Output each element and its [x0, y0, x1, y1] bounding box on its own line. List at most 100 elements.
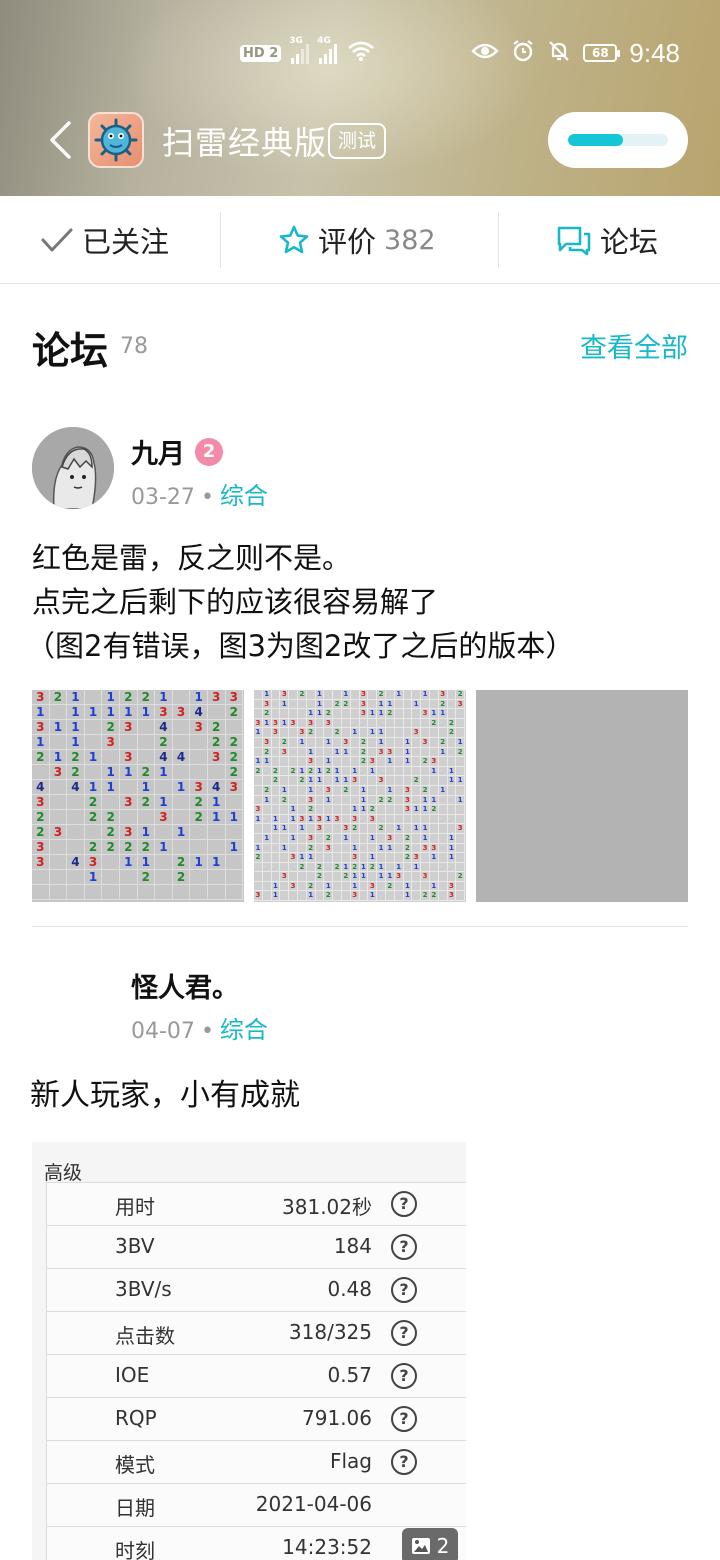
post-category[interactable]: 综合 — [220, 482, 268, 510]
net1-label: 3G — [289, 36, 303, 46]
sim-label: 2 — [269, 45, 279, 61]
alarm-icon — [511, 39, 535, 67]
stats-value: 184 — [333, 1234, 372, 1258]
post-category[interactable]: 综合 — [220, 1016, 268, 1044]
help-icon[interactable]: ? — [391, 1234, 417, 1260]
stats-label: 3BV — [115, 1234, 155, 1258]
stats-row: 模式 Flag? — [46, 1440, 466, 1483]
chat-bubbles-icon — [557, 226, 591, 256]
star-icon — [279, 225, 309, 254]
post-date: 03-27 — [131, 485, 195, 510]
help-icon[interactable]: ? — [391, 1406, 417, 1432]
hd-label: HD — [243, 45, 265, 61]
stats-label: 用时 — [115, 1195, 155, 1219]
eye-icon — [471, 41, 500, 65]
stats-value: 318/325 — [288, 1320, 372, 1344]
forum-label: 论坛 — [600, 225, 659, 259]
help-icon[interactable]: ? — [391, 1277, 417, 1303]
stats-value: 0.48 — [327, 1277, 372, 1301]
wifi-icon — [347, 40, 375, 66]
app-title: 扫雷经典版 — [162, 124, 328, 162]
post-date: 04-07 — [131, 1019, 195, 1044]
follow-label: 已关注 — [82, 225, 170, 259]
post-image-3[interactable] — [476, 690, 688, 902]
avatar[interactable] — [32, 427, 114, 509]
image-count-badge: 2 — [402, 1528, 458, 1560]
post-meta: 03-27 • 综合 — [131, 482, 268, 510]
help-icon[interactable]: ? — [391, 1320, 417, 1346]
stats-label: 3BV/s — [115, 1277, 172, 1301]
forum-title: 论坛 — [32, 329, 109, 373]
post-divider — [32, 926, 688, 927]
stats-row: 3BV 184? — [46, 1225, 466, 1268]
post-line: 点完之后剩下的应该很容易解了 — [32, 585, 439, 619]
stats-label: 日期 — [115, 1496, 155, 1520]
follow-tab[interactable]: 已关注 — [40, 196, 169, 284]
stats-value: 381.02秒 — [282, 1195, 372, 1219]
mine-icon — [94, 118, 138, 162]
review-label: 评价 — [318, 225, 377, 259]
post-image-2[interactable]: 1321132113231122311123211231123113131333… — [254, 690, 466, 902]
download-progress-fill — [568, 134, 623, 146]
image-count: 2 — [436, 1534, 450, 1558]
post-body[interactable]: 红色是雷，反之则不是。 点完之后剩下的应该很容易解了 （图2有错误，图3为图2改… — [26, 536, 574, 668]
stats-title: 高级 — [44, 1162, 83, 1184]
stats-row: RQP 791.06? — [46, 1397, 466, 1440]
post-image-1[interactable]: 3211221133111111334231123432113222212134… — [32, 690, 244, 902]
back-button[interactable] — [40, 116, 80, 164]
stats-value: 0.57 — [327, 1363, 372, 1387]
post-body[interactable]: 新人玩家，小有成就 — [30, 1070, 300, 1114]
post-author-row: 九月 2 — [131, 432, 223, 471]
level-badge: 2 — [195, 437, 223, 466]
view-all-link[interactable]: 查看全部 — [580, 326, 688, 365]
app-icon — [88, 112, 144, 168]
download-button[interactable] — [548, 112, 688, 168]
stats-row: IOE 0.57? — [46, 1354, 466, 1397]
forum-post-count: 78 — [120, 334, 148, 359]
test-badge: 测试 — [328, 123, 387, 159]
stats-label: 点击数 — [115, 1324, 175, 1348]
signal-3g-icon: 3G — [289, 36, 310, 64]
post-line: 红色是雷，反之则不是。 — [32, 541, 352, 575]
post-line: （图2有错误，图3为图2改了之后的版本） — [26, 629, 575, 663]
stats-label: 时刻 — [115, 1539, 155, 1560]
help-icon[interactable]: ? — [391, 1191, 417, 1217]
download-progress — [568, 134, 668, 146]
signal-4g-icon: 4G — [317, 36, 338, 64]
review-tab[interactable]: 评价 382 — [278, 196, 436, 284]
stats-label: RQP — [115, 1406, 157, 1430]
post-author[interactable]: 九月 — [131, 432, 185, 471]
stats-value: Flag — [329, 1449, 372, 1473]
check-icon — [41, 228, 73, 252]
status-right: 68 9:48 — [471, 36, 680, 70]
net2-label: 4G — [317, 36, 331, 46]
stats-label: IOE — [115, 1363, 150, 1387]
status-left: HD 2 3G 4G — [240, 36, 375, 70]
help-icon[interactable]: ? — [391, 1449, 417, 1475]
battery-icon: 68 — [583, 44, 621, 62]
status-bar: HD 2 3G 4G 68 9:48 — [0, 0, 720, 104]
clock: 9:48 — [629, 37, 680, 68]
action-bar: 已关注 评价 382 论坛 — [0, 196, 720, 284]
stats-label: 模式 — [115, 1453, 155, 1477]
stats-row: 点击数 318/325? — [46, 1311, 466, 1354]
post-author[interactable]: 怪人君。 — [131, 966, 239, 1005]
mute-bell-icon — [547, 39, 571, 67]
hd-indicator: HD 2 — [240, 44, 282, 62]
stats-value: 14:23:52 — [282, 1535, 372, 1559]
tab-divider — [498, 212, 499, 268]
stats-row: 日期 2021-04-06 — [46, 1483, 466, 1526]
image-icon — [411, 1538, 430, 1554]
stats-value: 791.06 — [302, 1406, 372, 1430]
forum-section-header: 论坛 78 查看全部 — [32, 320, 688, 373]
help-icon[interactable]: ? — [391, 1363, 417, 1389]
forum-tab[interactable]: 论坛 — [556, 196, 658, 284]
stats-row: 3BV/s 0.48? — [46, 1268, 466, 1311]
stats-screenshot[interactable]: 高级 用时 381.02秒? 3BV 184? 3BV/s 0.48? 点击数 318/325… — [32, 1142, 466, 1560]
app-header: HD 2 3G 4G 68 9:48 扫雷经典版 测试 — [0, 0, 720, 196]
stats-row: 用时 381.02秒? — [46, 1182, 466, 1225]
chevron-left-icon — [50, 121, 71, 159]
review-count: 382 — [384, 224, 436, 256]
tab-divider — [220, 212, 221, 268]
post-meta: 04-07 • 综合 — [131, 1016, 268, 1044]
